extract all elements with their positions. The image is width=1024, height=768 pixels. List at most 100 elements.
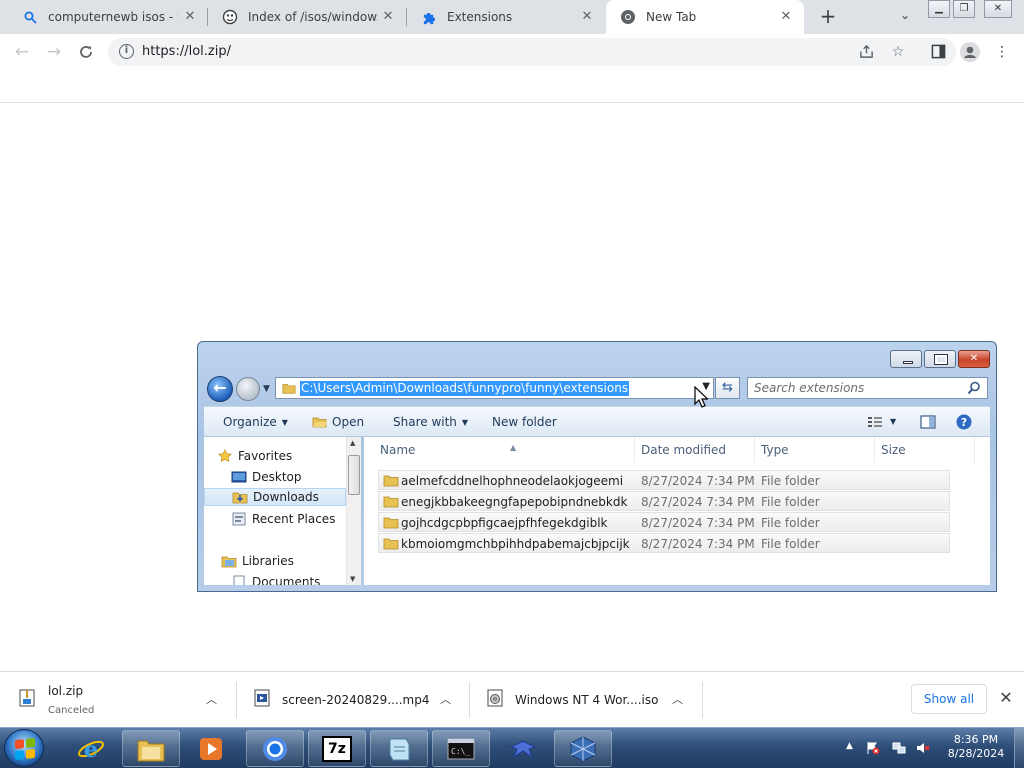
tab-close-icon[interactable]: ✕ xyxy=(182,9,198,25)
new-tab-plus-icon[interactable]: + xyxy=(816,5,840,29)
file-row[interactable]: kbmoiomgmchbpihhdpabemajcbjpcijk 8/27/20… xyxy=(378,533,950,553)
explorer-back-icon[interactable]: ← xyxy=(207,376,233,402)
taskbar-media-player[interactable] xyxy=(182,730,240,767)
scroll-thumb[interactable] xyxy=(348,455,360,495)
scroll-down-icon[interactable]: ▼ xyxy=(350,575,355,583)
column-header-name[interactable]: Name ▲ xyxy=(374,437,635,463)
tab-index-isos-windows[interactable]: Index of /isos/windows/ ✕ xyxy=(208,0,406,34)
address-path[interactable]: C:\Users\Admin\Downloads\funnypro\funny\… xyxy=(300,381,630,396)
view-options-icon[interactable] xyxy=(867,414,883,430)
forward-arrow-icon[interactable]: → xyxy=(44,42,64,62)
share-icon[interactable] xyxy=(858,44,874,60)
window-restore-button[interactable]: ❐ xyxy=(953,0,975,18)
network-icon[interactable] xyxy=(892,741,906,755)
nav-documents[interactable]: Documents xyxy=(231,573,346,585)
taskbar-internet-explorer[interactable]: e xyxy=(62,730,120,767)
open-button[interactable]: Open xyxy=(332,415,364,429)
column-header-date-modified[interactable]: Date modified xyxy=(635,437,755,463)
profile-avatar-icon[interactable] xyxy=(960,42,980,62)
side-panel-icon[interactable] xyxy=(930,44,946,60)
chrome-icon xyxy=(263,736,287,761)
nav-recent-places[interactable]: Recent Places xyxy=(231,510,346,528)
zip-icon xyxy=(19,689,35,707)
search-icon[interactable] xyxy=(967,381,981,395)
tab-close-icon[interactable]: ✕ xyxy=(380,9,396,25)
taskbar-clock[interactable]: 8:36 PM 8/28/2024 xyxy=(940,733,1012,761)
nav-downloads[interactable]: Downloads xyxy=(204,488,346,506)
bookmark-star-icon[interactable]: ☆ xyxy=(890,44,906,60)
close-shelf-icon[interactable]: ✕ xyxy=(998,690,1014,706)
nav-libraries[interactable]: Libraries xyxy=(221,552,346,570)
nav-label: Libraries xyxy=(242,554,294,568)
nav-desktop[interactable]: Desktop xyxy=(231,468,346,486)
start-button[interactable] xyxy=(4,729,44,767)
show-all-button[interactable]: Show all xyxy=(911,684,987,714)
file-row[interactable]: gojhcdgcpbpfigcaejpfhfegekdgiblk 8/27/20… xyxy=(378,512,950,532)
explorer-maximize-button[interactable] xyxy=(924,350,956,368)
menu-kebab-icon[interactable]: ⋮ xyxy=(994,44,1010,60)
chevron-up-icon[interactable]: ︿ xyxy=(440,691,451,707)
history-dropdown-icon[interactable]: ▼ xyxy=(263,384,270,394)
preview-pane-icon[interactable] xyxy=(920,414,936,430)
windows-logo-icon xyxy=(15,737,35,761)
iso-file-icon xyxy=(487,689,503,707)
file-row[interactable]: enegjkbbakeegngfapepobipndnebkdk 8/27/20… xyxy=(378,491,950,511)
chevron-up-icon[interactable]: ︿ xyxy=(206,691,217,707)
scroll-up-icon[interactable]: ▲ xyxy=(350,439,355,447)
chevron-up-icon[interactable]: ︿ xyxy=(672,691,683,707)
open-label: Open xyxy=(332,415,365,429)
explorer-close-button[interactable]: ✕ xyxy=(958,350,990,368)
taskbar-7zip[interactable]: 7z xyxy=(308,730,366,767)
puzzle-icon xyxy=(421,9,437,25)
column-header-size[interactable]: Size xyxy=(875,437,975,463)
tab-extensions[interactable]: Extensions ✕ xyxy=(407,0,605,34)
new-folder-button[interactable]: New folder xyxy=(492,415,557,429)
nav-favorites[interactable]: Favorites xyxy=(217,447,359,465)
refresh-icon[interactable]: ⇆ xyxy=(715,377,740,399)
taskbar-virtualbox[interactable] xyxy=(554,730,612,767)
show-desktop-button[interactable] xyxy=(1014,728,1024,768)
taskbar-explorer[interactable] xyxy=(122,730,180,767)
clock-date: 8/28/2024 xyxy=(947,747,1005,760)
nav-scrollbar[interactable]: ▲ ▼ xyxy=(346,437,361,585)
download-item-screen-mp4[interactable]: screen-20240829....mp4 ︿ xyxy=(237,672,469,728)
file-row[interactable]: aelmefcddnelhophneodelaokjogeemi 8/27/20… xyxy=(378,470,950,490)
taskbar-command-prompt[interactable]: C:\_ xyxy=(432,730,490,767)
share-with-button[interactable]: Share with ▼ xyxy=(393,415,468,429)
explorer-search-box[interactable] xyxy=(747,377,988,399)
download-item-windows-nt-iso[interactable]: Windows NT 4 Wor....iso ︿ xyxy=(470,672,702,728)
sort-ascending-icon: ▲ xyxy=(510,443,517,452)
tab-title: Extensions xyxy=(447,10,513,24)
explorer-minimize-button[interactable] xyxy=(890,350,922,368)
new-folder-label: New folder xyxy=(492,415,557,429)
explorer-window[interactable]: ✕ ← ▼ C:\Users\Admin\Downloads\funnypro\… xyxy=(197,341,997,592)
window-minimize-button[interactable]: ▁ xyxy=(928,0,950,18)
view-dropdown-icon[interactable]: ▼ xyxy=(890,417,896,426)
search-input[interactable] xyxy=(754,380,954,396)
tab-close-icon[interactable]: ✕ xyxy=(579,9,595,25)
window-close-button[interactable]: ✕ xyxy=(984,0,1012,18)
site-info-icon[interactable]: i xyxy=(119,44,134,59)
explorer-address-bar[interactable]: C:\Users\Admin\Downloads\funnypro\funny\… xyxy=(275,377,714,399)
reload-icon[interactable] xyxy=(76,42,96,62)
download-item-lol-zip[interactable]: lol.zip Canceled ︿ xyxy=(0,672,236,728)
address-url[interactable]: https://lol.zip/ xyxy=(142,44,231,59)
taskbar-notepad[interactable] xyxy=(370,730,428,767)
organize-button[interactable]: Organize ▼ xyxy=(223,415,288,429)
volume-muted-icon[interactable] xyxy=(916,741,930,755)
address-bar[interactable]: i https://lol.zip/ ☆ xyxy=(108,38,956,66)
help-icon[interactable]: ? xyxy=(956,414,972,430)
tab-close-icon[interactable]: ✕ xyxy=(778,9,794,25)
tab-computernewb-search[interactable]: computernewb isos - Sea ✕ xyxy=(8,0,208,34)
explorer-forward-icon[interactable] xyxy=(236,377,260,401)
action-center-flag-icon[interactable] xyxy=(866,741,880,755)
internet-explorer-icon: e xyxy=(78,737,104,763)
taskbar-chrome[interactable] xyxy=(246,730,304,767)
tab-search-chevron-icon[interactable]: ⌄ xyxy=(896,8,914,26)
tab-new-tab[interactable]: New Tab ✕ xyxy=(606,0,804,34)
show-hidden-icons-icon[interactable]: ▲ xyxy=(846,741,860,755)
back-arrow-icon[interactable]: ← xyxy=(12,42,32,62)
column-header-type[interactable]: Type xyxy=(755,437,875,463)
taskbar-app-bird[interactable] xyxy=(494,730,552,767)
file-name: kbmoiomgmchbpihhdpabemajcbjpcijk xyxy=(401,537,630,551)
